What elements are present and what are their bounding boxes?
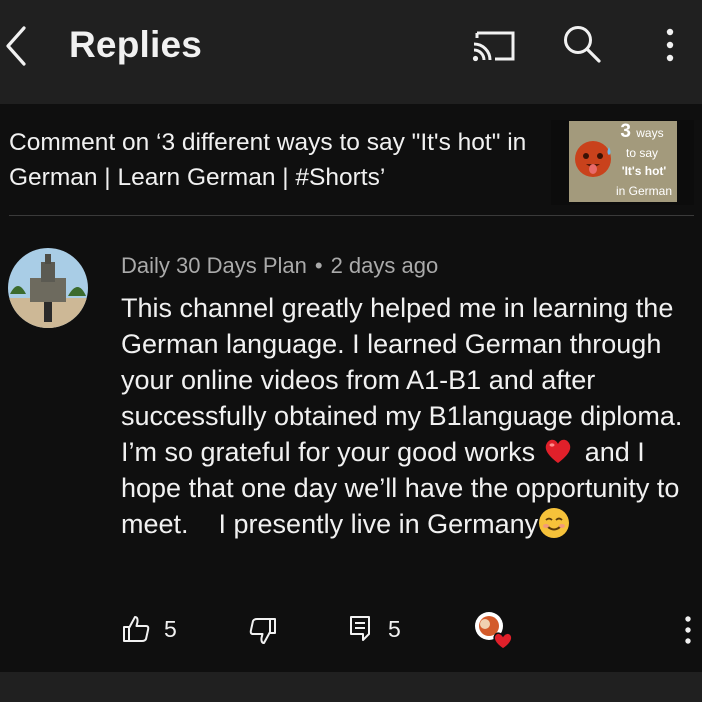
meta-separator: • xyxy=(314,253,323,278)
reply-count: 5 xyxy=(388,616,401,642)
comment-time: 2 days ago xyxy=(330,253,439,278)
thumbnail-text-3: 3 xyxy=(620,121,631,142)
thumbnail-text-to-say: to say xyxy=(625,146,658,160)
back-icon[interactable] xyxy=(2,24,30,68)
comment-card: Daily 30 Days Plan • 2 days ago This chann… xyxy=(0,216,702,672)
like-icon[interactable] xyxy=(121,614,151,644)
comment-body: This channel greatly helped me in learni… xyxy=(121,290,696,542)
video-context[interactable]: Comment on ‘3 different ways to say "It'… xyxy=(0,104,702,216)
reply-icon[interactable] xyxy=(349,615,371,641)
search-icon[interactable] xyxy=(560,22,604,66)
red-heart-emoji xyxy=(545,439,570,463)
comment-body-part3: I presently live in Germany xyxy=(218,509,539,539)
like-count: 5 xyxy=(164,616,177,642)
page-title: Replies xyxy=(69,24,203,65)
video-thumbnail[interactable]: 3 ways to say 'It's hot' in German xyxy=(551,120,694,205)
comment-meta: Daily 30 Days Plan • 2 days ago xyxy=(121,253,438,279)
video-context-title[interactable]: Comment on ‘3 different ways to say "It'… xyxy=(9,125,529,195)
cast-icon[interactable] xyxy=(471,27,517,63)
next-reply-area xyxy=(0,672,702,702)
top-app-bar: Replies xyxy=(0,0,702,104)
thumbnail-text-in-german: in German xyxy=(615,184,673,198)
comment-author[interactable]: Daily 30 Days Plan xyxy=(121,253,307,278)
comment-more-icon[interactable] xyxy=(680,614,696,646)
smiling-face-emoji xyxy=(539,508,570,538)
comment-actions: 5 5 xyxy=(0,610,702,650)
thumbnail-text-its-hot: 'It's hot' xyxy=(621,164,667,178)
avatar[interactable] xyxy=(8,248,88,328)
dislike-icon[interactable] xyxy=(248,616,278,646)
more-vert-icon[interactable] xyxy=(658,25,682,65)
creator-heart-icon xyxy=(475,612,513,650)
thumbnail-text-ways: ways xyxy=(636,126,664,140)
thumbnail-image: 3 ways to say 'It's hot' in German xyxy=(569,121,677,202)
